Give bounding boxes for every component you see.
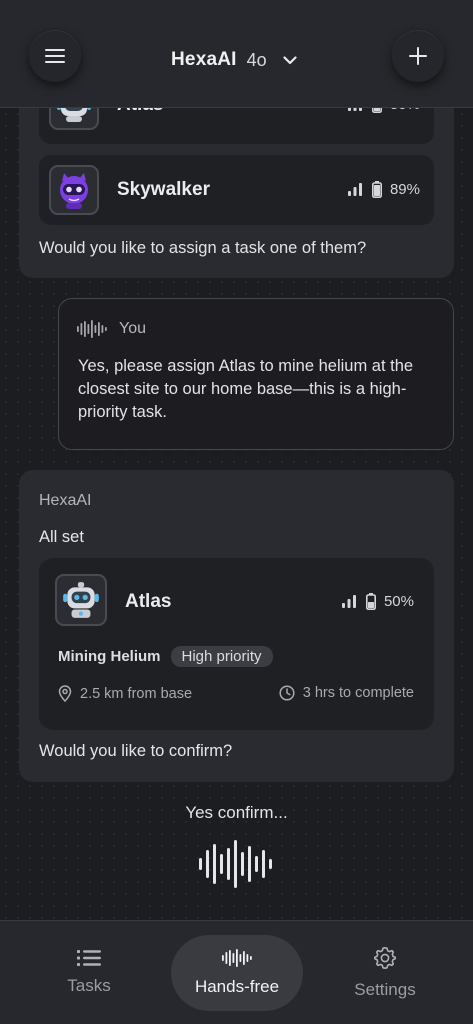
app-title: HexaAI — [171, 49, 237, 70]
purple-robot-avatar — [49, 165, 99, 215]
agents-list-card: Atlas 50% — [19, 70, 454, 278]
priority-badge: High priority — [170, 646, 273, 667]
user-message-header: You — [77, 320, 146, 338]
assign-question: Would you like to assign a task one of t… — [39, 239, 367, 257]
nav-label: Hands-free — [194, 977, 280, 996]
user-message-text: Yes, please assign Atlas to mine helium … — [78, 357, 414, 421]
distance-info: 2.5 km from base — [58, 685, 192, 702]
top-app-bar: HexaAI 4o — [0, 0, 473, 108]
menu-button[interactable] — [29, 30, 81, 82]
voice-waveform-icon — [222, 949, 252, 967]
agent-name: Atlas — [125, 591, 172, 612]
nav-label: Tasks — [67, 976, 111, 995]
agent-name: Skywalker — [117, 179, 210, 200]
gear-icon — [374, 947, 396, 969]
bottom-navigation: Tasks Hands-free Settings — [0, 920, 473, 1024]
agent-row-skywalker[interactable]: Skywalker 89% — [39, 155, 434, 225]
location-pin-icon — [58, 685, 72, 702]
list-icon — [77, 950, 101, 966]
duration-text: 3 hrs to complete — [302, 685, 414, 701]
battery-icon — [365, 593, 376, 610]
nav-hands-free[interactable]: Hands-free — [171, 935, 303, 1011]
hamburger-menu-icon — [45, 49, 65, 63]
model-selector[interactable]: HexaAI 4o — [171, 46, 297, 74]
nav-label: Settings — [354, 980, 416, 999]
ai-message-text: All set — [39, 528, 84, 546]
agent-stats: 50% — [341, 593, 414, 610]
battery-level: 89% — [389, 181, 420, 198]
nav-settings[interactable]: Settings — [335, 935, 435, 1011]
voice-waveform-icon — [77, 320, 107, 338]
new-chat-button[interactable] — [392, 30, 444, 82]
signal-icon — [341, 595, 356, 608]
sender-label: HexaAI — [39, 492, 92, 509]
sender-label: You — [119, 320, 146, 337]
signal-icon — [347, 183, 362, 196]
distance-text: 2.5 km from base — [80, 685, 193, 702]
agent-stats: 89% — [347, 181, 420, 198]
battery-icon — [371, 181, 382, 198]
voice-transcript: Yes confirm... — [185, 803, 288, 822]
nav-tasks[interactable]: Tasks — [39, 935, 139, 1011]
robot-avatar — [55, 574, 107, 626]
duration-info: 3 hrs to complete — [279, 685, 414, 701]
task-name: Mining Helium — [58, 648, 161, 665]
plus-icon — [409, 47, 427, 65]
model-name: 4o — [246, 49, 267, 70]
ai-message-bubble: HexaAI All set Atlas 50% Mining Helium H… — [19, 470, 454, 782]
chevron-down-icon — [283, 55, 297, 65]
battery-level: 50% — [383, 593, 414, 610]
user-message-bubble: You Yes, please assign Atlas to mine hel… — [58, 298, 454, 450]
task-info: Mining Helium High priority — [58, 646, 273, 667]
clock-icon — [279, 685, 295, 701]
confirm-question: Would you like to confirm? — [39, 742, 233, 760]
voice-waveform-icon — [199, 840, 272, 888]
task-assignment-card[interactable]: Atlas 50% Mining Helium High priority 2.… — [39, 558, 434, 730]
